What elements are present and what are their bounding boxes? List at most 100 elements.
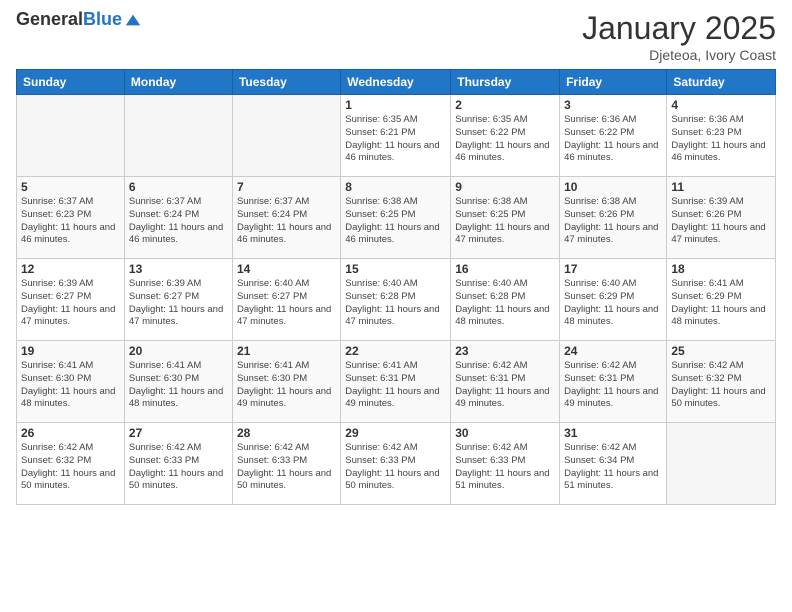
day-info: Sunrise: 6:40 AM Sunset: 6:28 PM Dayligh… — [345, 278, 446, 329]
calendar-cell: 8 Sunrise: 6:38 AM Sunset: 6:25 PM Daylig… — [341, 177, 451, 259]
calendar-cell: 2Sunrise: 6:35 AM Sunset: 6:22 PM Daylig… — [451, 95, 560, 177]
weekday-header-wednesday: Wednesday — [341, 70, 451, 95]
calendar-cell: 23Sunrise: 6:42 AM Sunset: 6:31 PM Dayli… — [451, 341, 560, 423]
calendar-cell: 17 Sunrise: 6:40 AM Sunset: 6:29 PM Dayli… — [560, 259, 667, 341]
calendar-cell: 24 Sunrise: 6:42 AM Sunset: 6:31 PM Dayli… — [560, 341, 667, 423]
day-number: 27 — [129, 426, 228, 440]
day-number: 8 — [345, 180, 446, 194]
day-info: Sunrise: 6:36 AM Sunset: 6:23 PM Dayligh… — [671, 114, 771, 165]
weekday-header-thursday: Thursday — [451, 70, 560, 95]
day-number: 20 — [129, 344, 228, 358]
calendar-cell: 12Sunrise: 6:39 AM Sunset: 6:27 PM Dayli… — [17, 259, 125, 341]
day-info: Sunrise: 6:41 AM Sunset: 6:29 PM Dayligh… — [671, 278, 771, 329]
day-info: Sunrise: 6:42 AM Sunset: 6:33 PM Dayligh… — [237, 442, 336, 493]
day-info: Sunrise: 6:39 AM Sunset: 6:27 PM Dayligh… — [129, 278, 228, 329]
calendar-cell: 30Sunrise: 6:42 AM Sunset: 6:33 PM Dayli… — [451, 423, 560, 505]
day-info: Sunrise: 6:42 AM Sunset: 6:32 PM Dayligh… — [21, 442, 120, 493]
day-number: 15 — [345, 262, 446, 276]
day-number: 3 — [564, 98, 662, 112]
location: Djeteoa, Ivory Coast — [582, 47, 776, 63]
day-info: Sunrise: 6:40 AM Sunset: 6:27 PM Dayligh… — [237, 278, 336, 329]
day-info: Sunrise: 6:41 AM Sunset: 6:30 PM Dayligh… — [129, 360, 228, 411]
day-number: 1 — [345, 98, 446, 112]
day-info: Sunrise: 6:41 AM Sunset: 6:30 PM Dayligh… — [21, 360, 120, 411]
day-number: 12 — [21, 262, 120, 276]
weekday-header-friday: Friday — [560, 70, 667, 95]
day-info: Sunrise: 6:38 AM Sunset: 6:26 PM Dayligh… — [564, 196, 662, 247]
calendar-cell: 15 Sunrise: 6:40 AM Sunset: 6:28 PM Dayli… — [341, 259, 451, 341]
logo-icon — [124, 11, 142, 29]
day-info: Sunrise: 6:36 AM Sunset: 6:22 PM Dayligh… — [564, 114, 662, 165]
day-info: Sunrise: 6:40 AM Sunset: 6:29 PM Dayligh… — [564, 278, 662, 329]
calendar-cell: 5 Sunrise: 6:37 AM Sunset: 6:23 PM Daylig… — [17, 177, 125, 259]
calendar-cell: 20 Sunrise: 6:41 AM Sunset: 6:30 PM Dayli… — [124, 341, 232, 423]
calendar-cell — [17, 95, 125, 177]
day-info: Sunrise: 6:37 AM Sunset: 6:23 PM Dayligh… — [21, 196, 120, 247]
header: GeneralBlue January 2025 Djeteoa, Ivory … — [16, 10, 776, 63]
calendar-cell: 6 Sunrise: 6:37 AM Sunset: 6:24 PM Daylig… — [124, 177, 232, 259]
day-number: 24 — [564, 344, 662, 358]
title-section: January 2025 Djeteoa, Ivory Coast — [582, 10, 776, 63]
day-info: Sunrise: 6:38 AM Sunset: 6:25 PM Dayligh… — [345, 196, 446, 247]
day-info: Sunrise: 6:37 AM Sunset: 6:24 PM Dayligh… — [237, 196, 336, 247]
calendar-cell: 7Sunrise: 6:37 AM Sunset: 6:24 PM Daylig… — [232, 177, 340, 259]
calendar-cell: 3 Sunrise: 6:36 AM Sunset: 6:22 PM Daylig… — [560, 95, 667, 177]
calendar-cell: 31 Sunrise: 6:42 AM Sunset: 6:34 PM Dayli… — [560, 423, 667, 505]
day-number: 19 — [21, 344, 120, 358]
day-info: Sunrise: 6:42 AM Sunset: 6:31 PM Dayligh… — [455, 360, 555, 411]
calendar-cell — [124, 95, 232, 177]
calendar-cell: 29Sunrise: 6:42 AM Sunset: 6:33 PM Dayli… — [341, 423, 451, 505]
day-number: 13 — [129, 262, 228, 276]
calendar-cell: 19 Sunrise: 6:41 AM Sunset: 6:30 PM Dayli… — [17, 341, 125, 423]
month-title: January 2025 — [582, 10, 776, 47]
day-info: Sunrise: 6:38 AM Sunset: 6:25 PM Dayligh… — [455, 196, 555, 247]
day-info: Sunrise: 6:40 AM Sunset: 6:28 PM Dayligh… — [455, 278, 555, 329]
day-info: Sunrise: 6:42 AM Sunset: 6:33 PM Dayligh… — [455, 442, 555, 493]
calendar-table: SundayMondayTuesdayWednesdayThursdayFrid… — [16, 69, 776, 505]
calendar-cell: 21Sunrise: 6:41 AM Sunset: 6:30 PM Dayli… — [232, 341, 340, 423]
day-number: 22 — [345, 344, 446, 358]
logo-blue: Blue — [83, 9, 122, 29]
week-row-3: 19 Sunrise: 6:41 AM Sunset: 6:30 PM Dayli… — [17, 341, 776, 423]
calendar-cell: 28Sunrise: 6:42 AM Sunset: 6:33 PM Dayli… — [232, 423, 340, 505]
day-info: Sunrise: 6:42 AM Sunset: 6:33 PM Dayligh… — [129, 442, 228, 493]
calendar-cell: 22 Sunrise: 6:41 AM Sunset: 6:31 PM Dayli… — [341, 341, 451, 423]
day-number: 5 — [21, 180, 120, 194]
day-number: 29 — [345, 426, 446, 440]
logo-general: General — [16, 9, 83, 29]
calendar-cell: 11Sunrise: 6:39 AM Sunset: 6:26 PM Dayli… — [667, 177, 776, 259]
day-number: 6 — [129, 180, 228, 194]
day-number: 25 — [671, 344, 771, 358]
weekday-header-saturday: Saturday — [667, 70, 776, 95]
day-info: Sunrise: 6:35 AM Sunset: 6:22 PM Dayligh… — [455, 114, 555, 165]
week-row-4: 26Sunrise: 6:42 AM Sunset: 6:32 PM Dayli… — [17, 423, 776, 505]
weekday-header-sunday: Sunday — [17, 70, 125, 95]
calendar-cell: 4 Sunrise: 6:36 AM Sunset: 6:23 PM Daylig… — [667, 95, 776, 177]
page: GeneralBlue January 2025 Djeteoa, Ivory … — [0, 0, 792, 515]
day-info: Sunrise: 6:41 AM Sunset: 6:31 PM Dayligh… — [345, 360, 446, 411]
day-info: Sunrise: 6:42 AM Sunset: 6:31 PM Dayligh… — [564, 360, 662, 411]
calendar-cell: 27 Sunrise: 6:42 AM Sunset: 6:33 PM Dayli… — [124, 423, 232, 505]
day-number: 16 — [455, 262, 555, 276]
calendar-cell — [667, 423, 776, 505]
calendar-cell: 25 Sunrise: 6:42 AM Sunset: 6:32 PM Dayli… — [667, 341, 776, 423]
day-info: Sunrise: 6:37 AM Sunset: 6:24 PM Dayligh… — [129, 196, 228, 247]
day-info: Sunrise: 6:35 AM Sunset: 6:21 PM Dayligh… — [345, 114, 446, 165]
week-row-2: 12 Sunrise: 6:39 AM Sunset: 6:27 PM Dayli… — [17, 259, 776, 341]
day-number: 18 — [671, 262, 771, 276]
calendar-cell — [232, 95, 340, 177]
day-number: 11 — [671, 180, 771, 194]
day-number: 4 — [671, 98, 771, 112]
day-number: 14 — [237, 262, 336, 276]
calendar-cell: 14 Sunrise: 6:40 AM Sunset: 6:27 PM Dayli… — [232, 259, 340, 341]
day-info: Sunrise: 6:42 AM Sunset: 6:32 PM Dayligh… — [671, 360, 771, 411]
day-number: 31 — [564, 426, 662, 440]
weekday-header-row: SundayMondayTuesdayWednesdayThursdayFrid… — [17, 70, 776, 95]
week-row-1: 5 Sunrise: 6:37 AM Sunset: 6:23 PM Daylig… — [17, 177, 776, 259]
day-number: 17 — [564, 262, 662, 276]
calendar-cell: 1 Sunrise: 6:35 AM Sunset: 6:21 PM Daylig… — [341, 95, 451, 177]
day-number: 21 — [237, 344, 336, 358]
day-info: Sunrise: 6:42 AM Sunset: 6:34 PM Dayligh… — [564, 442, 662, 493]
weekday-header-tuesday: Tuesday — [232, 70, 340, 95]
weekday-header-monday: Monday — [124, 70, 232, 95]
